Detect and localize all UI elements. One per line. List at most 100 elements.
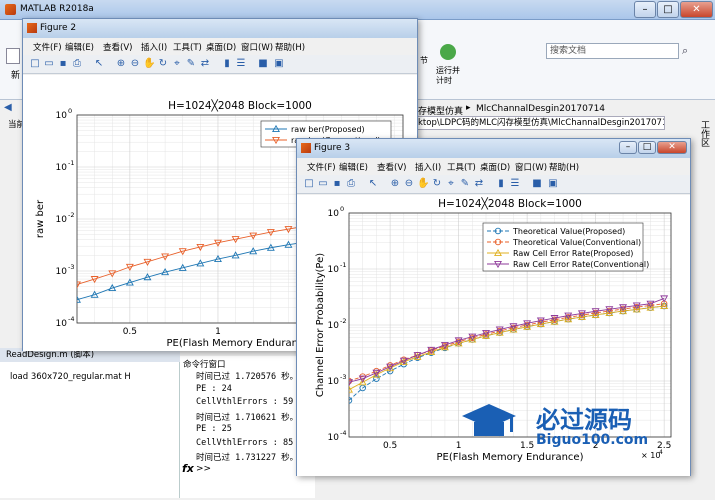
maximize-button[interactable]: □	[657, 1, 679, 18]
menu-item-1[interactable]: 编辑(E)	[65, 41, 94, 53]
figure-3-minimize-button[interactable]: –	[619, 141, 637, 154]
menu-item-3[interactable]: 插入(I)	[141, 41, 167, 53]
series-line	[349, 298, 665, 383]
section-label: 节	[420, 56, 428, 65]
series-line	[349, 303, 665, 382]
series-line	[349, 305, 665, 391]
x-tick-label: 0.5	[123, 327, 137, 337]
run-time-icon[interactable]	[440, 44, 456, 60]
menu-item-2[interactable]: 查看(V)	[103, 41, 132, 53]
legend-label: raw ber(Proposed)	[291, 125, 365, 134]
figure-3-close-button[interactable]: ✕	[657, 141, 687, 154]
nav-back-icon[interactable]: ◀	[4, 102, 14, 114]
save-icon[interactable]: ▪	[331, 178, 343, 190]
hide-tools-icon[interactable]: ■	[531, 178, 543, 190]
zoom-out-icon[interactable]: ⊖	[129, 58, 141, 70]
menu-item-6[interactable]: 窗口(W)	[515, 161, 547, 173]
y-tick-label: 10	[328, 209, 340, 219]
run-time-label[interactable]: 运行并 计时	[436, 66, 460, 86]
new-file-icon[interactable]: □	[29, 58, 41, 70]
x-axis-label: PE(Flash Memory Endurance)	[167, 338, 314, 349]
figure-icon	[301, 143, 311, 153]
x-tick-label: 1	[215, 327, 221, 337]
dock-icon[interactable]: ▣	[547, 178, 559, 190]
print-icon[interactable]: ⎙	[345, 178, 357, 190]
zoom-out-icon[interactable]: ⊖	[403, 178, 415, 190]
path-bar[interactable]: ktop\LDPC码的MLC闪存模型仿真\MlcChannalDesgin201…	[415, 116, 665, 130]
figure-3-toolbar: □ ▭ ▪ ⎙ ↖ ⊕ ⊖ ✋ ↻ ⌖ ✎ ⇄ ▮ ☰ ■ ▣	[297, 175, 690, 194]
y-tick-exponent: -4	[68, 315, 74, 323]
fx-icon: fx	[182, 462, 194, 475]
pointer-icon[interactable]: ↖	[367, 178, 379, 190]
legend-label: Theoretical Value(Proposed)	[512, 227, 625, 236]
search-icon[interactable]: ⌕	[682, 43, 696, 59]
menu-item-5[interactable]: 桌面(D)	[480, 161, 510, 173]
y-tick-label: 10	[56, 319, 68, 329]
y-tick-exponent: -3	[340, 373, 346, 381]
command-window[interactable]: 命令行窗口 时间已过 1.720576 秒。 PE : 24 CellVthlErr…	[180, 356, 315, 498]
datatip-icon[interactable]: ⌖	[445, 178, 457, 190]
watermark-brand: 必过源码	[536, 406, 632, 434]
save-icon[interactable]: ▪	[57, 58, 69, 70]
link-icon[interactable]: ⇄	[199, 58, 211, 70]
menu-item-5[interactable]: 桌面(D)	[206, 41, 236, 53]
current-folder[interactable]: MlcChannalDesgin20170714	[476, 104, 605, 114]
menu-item-2[interactable]: 查看(V)	[377, 161, 406, 173]
main-titlebar: MATLAB R2018a – □ ✕	[0, 0, 715, 20]
y-axis-label: Channel Error Probability(Pe)	[315, 253, 326, 397]
menu-item-6[interactable]: 窗口(W)	[241, 41, 273, 53]
y-tick-exponent: -2	[340, 317, 346, 325]
zoom-in-icon[interactable]: ⊕	[389, 178, 401, 190]
brush-icon[interactable]: ✎	[459, 178, 471, 190]
menu-item-7[interactable]: 帮助(H)	[275, 41, 305, 53]
new-icon[interactable]	[6, 48, 20, 64]
menu-item-4[interactable]: 工具(T)	[447, 161, 476, 173]
datatip-icon[interactable]: ⌖	[171, 58, 183, 70]
link-icon[interactable]: ⇄	[473, 178, 485, 190]
legend-icon[interactable]: ☰	[235, 58, 247, 70]
menu-item-4[interactable]: 工具(T)	[173, 41, 202, 53]
close-button[interactable]: ✕	[680, 1, 713, 18]
menu-item-7[interactable]: 帮助(H)	[549, 161, 579, 173]
menu-item-0[interactable]: 文件(F)	[33, 41, 62, 53]
chart-title: H=1024╳2048 Block=1000	[168, 99, 312, 112]
rotate-icon[interactable]: ↻	[157, 58, 169, 70]
colorbar-icon[interactable]: ▮	[495, 178, 507, 190]
menu-item-0[interactable]: 文件(F)	[307, 161, 336, 173]
open-icon[interactable]: ▭	[43, 58, 55, 70]
y-tick-exponent: 0	[68, 107, 72, 115]
pan-icon[interactable]: ✋	[417, 178, 429, 190]
brush-icon[interactable]: ✎	[185, 58, 197, 70]
command-window-title: 命令行窗口	[183, 360, 226, 370]
command-prompt[interactable]: >>	[196, 464, 211, 474]
colorbar-icon[interactable]: ▮	[221, 58, 233, 70]
figure-3-maximize-button[interactable]: □	[638, 141, 656, 154]
legend-icon[interactable]: ☰	[509, 178, 521, 190]
y-tick-label: 10	[328, 321, 340, 331]
command-output-line: 时间已过 1.731227 秒。	[196, 453, 299, 463]
menu-item-3[interactable]: 插入(I)	[415, 161, 441, 173]
watermark: 必过源码 Biguo100.com	[460, 398, 670, 454]
menu-item-1[interactable]: 编辑(E)	[339, 161, 368, 173]
print-icon[interactable]: ⎙	[71, 58, 83, 70]
pan-icon[interactable]: ✋	[143, 58, 155, 70]
figure-2-title: Figure 2	[40, 23, 77, 33]
legend-label: Theoretical Value(Conventional)	[512, 238, 641, 247]
figure-3-titlebar: Figure 3 – □ ✕	[297, 139, 690, 158]
app-title: MATLAB R2018a	[20, 4, 94, 14]
figure-3-title: Figure 3	[314, 143, 351, 153]
minimize-button[interactable]: –	[634, 1, 656, 18]
y-tick-label: 10	[56, 111, 68, 121]
zoom-in-icon[interactable]: ⊕	[115, 58, 127, 70]
figure-2-titlebar: Figure 2	[23, 19, 417, 38]
hide-tools-icon[interactable]: ■	[257, 58, 269, 70]
figure-3-menubar: 文件(F) 编辑(E) 查看(V) 插入(I) 工具(T) 桌面(D) 窗口(W) 帮助(H)	[297, 158, 690, 175]
dock-icon[interactable]: ▣	[273, 58, 285, 70]
chart-title: H=1024╳2048 Block=1000	[438, 197, 582, 210]
open-icon[interactable]: ▭	[317, 178, 329, 190]
search-input[interactable]: 搜索文档	[546, 43, 679, 59]
new-file-icon[interactable]: □	[303, 178, 315, 190]
figure-icon	[27, 23, 37, 33]
rotate-icon[interactable]: ↻	[431, 178, 443, 190]
pointer-icon[interactable]: ↖	[93, 58, 105, 70]
